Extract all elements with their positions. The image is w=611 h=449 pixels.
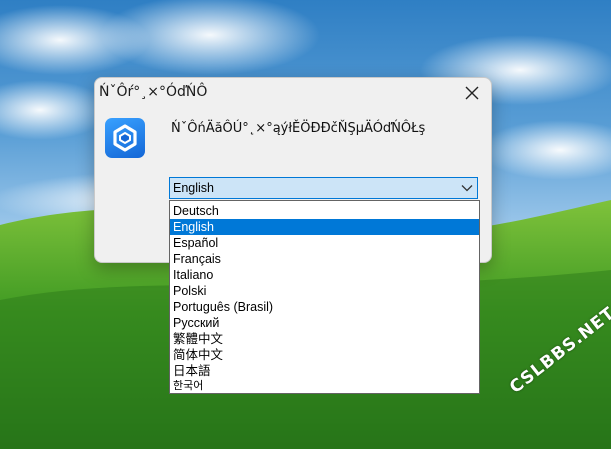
option-korean[interactable]: 한국어 [170, 378, 479, 394]
language-select[interactable]: English [169, 177, 478, 199]
installer-logo-icon [105, 118, 145, 158]
language-dropdown-list[interactable]: Deutsch English Español Français Italian… [169, 200, 480, 394]
selected-language: English [173, 181, 214, 195]
prompt-label: ŃˇÔńÄăÔÚ°˛×°ąýłĚÖĐĐčŇŞµÄÓďŃÔŁş [171, 121, 426, 136]
option-russian[interactable]: Русский [170, 315, 479, 331]
option-italiano[interactable]: Italiano [170, 267, 479, 283]
option-deutsch[interactable]: Deutsch [170, 203, 479, 219]
option-portugues-brasil[interactable]: Português (Brasil) [170, 299, 479, 315]
option-japanese[interactable]: 日本語 [170, 363, 479, 379]
close-button[interactable] [461, 82, 483, 104]
dialog-title: ŃˇÔŕ°¸×°ÓďŃÔ [99, 84, 208, 100]
option-english[interactable]: English [170, 219, 479, 235]
option-traditional-chinese[interactable]: 繁體中文 [170, 331, 479, 347]
chevron-down-icon [461, 185, 473, 192]
option-francais[interactable]: Français [170, 251, 479, 267]
option-simplified-chinese[interactable]: 简体中文 [170, 347, 479, 363]
close-icon [465, 86, 479, 100]
option-polski[interactable]: Polski [170, 283, 479, 299]
dialog-titlebar[interactable]: ŃˇÔŕ°¸×°ÓďŃÔ [95, 78, 491, 108]
option-espanol[interactable]: Español [170, 235, 479, 251]
